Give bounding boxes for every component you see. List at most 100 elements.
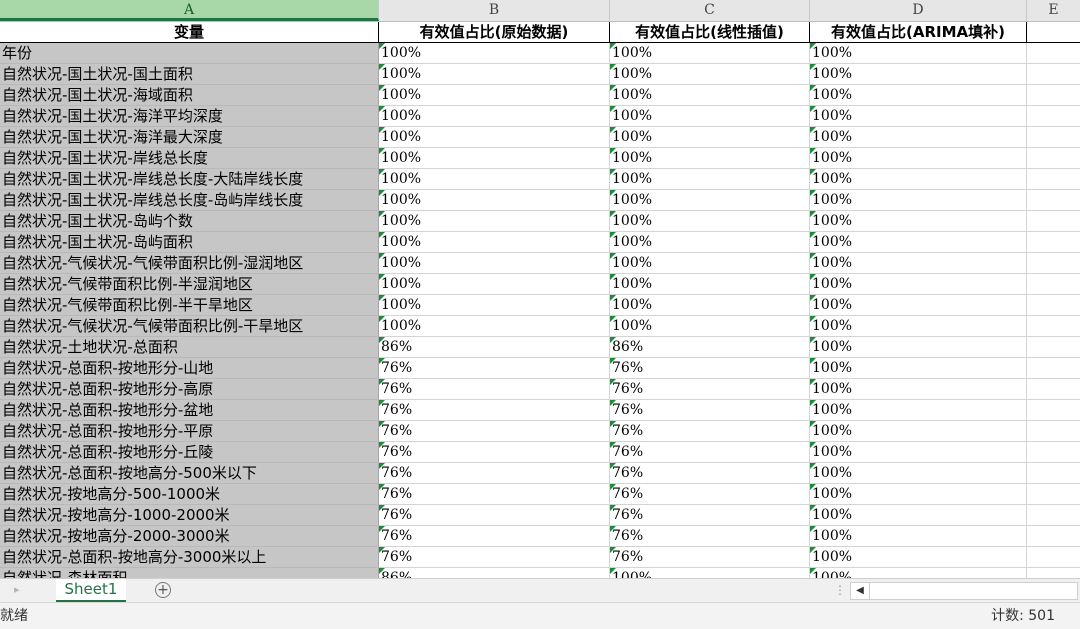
variable-cell[interactable]: 自然状况-气候状况-气候带面积比例-干旱地区	[0, 316, 379, 337]
linear-value-cell[interactable]: 100%	[610, 316, 810, 337]
arima-value-cell[interactable]: 100%	[810, 337, 1027, 358]
variable-cell[interactable]: 自然状况-按地高分-2000-3000米	[0, 526, 379, 547]
empty-cell[interactable]	[1027, 274, 1080, 295]
raw-value-cell[interactable]: 100%	[379, 43, 610, 64]
arima-value-cell[interactable]: 100%	[810, 85, 1027, 106]
raw-value-cell[interactable]: 100%	[379, 253, 610, 274]
variable-cell[interactable]: 自然状况-气候带面积比例-半干旱地区	[0, 295, 379, 316]
variable-cell[interactable]: 自然状况-总面积-按地形分-丘陵	[0, 442, 379, 463]
horizontal-scrollbar[interactable]: ◀	[850, 582, 1078, 600]
variable-cell[interactable]: 自然状况-国土状况-海洋最大深度	[0, 127, 379, 148]
linear-value-cell[interactable]: 76%	[610, 484, 810, 505]
variable-cell[interactable]: 自然状况-国土状况-岛屿面积	[0, 232, 379, 253]
sheet-tab[interactable]: Sheet1	[56, 579, 126, 603]
linear-value-cell[interactable]: 100%	[610, 295, 810, 316]
empty-cell[interactable]	[1027, 64, 1080, 85]
variable-cell[interactable]: 自然状况-国土状况-岛屿个数	[0, 211, 379, 232]
variable-cell[interactable]: 自然状况-按地高分-500-1000米	[0, 484, 379, 505]
arima-value-cell[interactable]: 100%	[810, 232, 1027, 253]
variable-cell[interactable]: 自然状况-国土状况-海域面积	[0, 85, 379, 106]
raw-value-cell[interactable]: 76%	[379, 526, 610, 547]
raw-value-cell[interactable]: 100%	[379, 148, 610, 169]
empty-cell[interactable]	[1027, 106, 1080, 127]
raw-value-cell[interactable]: 76%	[379, 547, 610, 568]
linear-value-cell[interactable]: 100%	[610, 568, 810, 578]
empty-cell[interactable]	[1027, 379, 1080, 400]
column-header-a[interactable]: A	[0, 0, 379, 21]
linear-value-cell[interactable]: 76%	[610, 379, 810, 400]
arima-value-cell[interactable]: 100%	[810, 421, 1027, 442]
linear-value-cell[interactable]: 100%	[610, 190, 810, 211]
arima-value-cell[interactable]: 100%	[810, 379, 1027, 400]
arima-value-cell[interactable]: 100%	[810, 463, 1027, 484]
linear-value-cell[interactable]: 100%	[610, 253, 810, 274]
variable-cell[interactable]: 自然状况-气候带面积比例-半湿润地区	[0, 274, 379, 295]
raw-value-cell[interactable]: 76%	[379, 442, 610, 463]
linear-value-cell[interactable]: 100%	[610, 211, 810, 232]
empty-cell[interactable]	[1027, 505, 1080, 526]
variable-cell[interactable]: 年份	[0, 43, 379, 64]
raw-value-cell[interactable]: 76%	[379, 421, 610, 442]
raw-value-cell[interactable]: 100%	[379, 211, 610, 232]
empty-cell[interactable]	[1027, 547, 1080, 568]
linear-value-cell[interactable]: 76%	[610, 442, 810, 463]
empty-cell[interactable]	[1027, 295, 1080, 316]
raw-value-cell[interactable]: 76%	[379, 463, 610, 484]
arima-value-cell[interactable]: 100%	[810, 400, 1027, 421]
empty-cell[interactable]	[1027, 127, 1080, 148]
column-header-d[interactable]: D	[810, 0, 1027, 21]
variable-cell[interactable]: 自然状况-土地状况-总面积	[0, 337, 379, 358]
column-header-e[interactable]: E	[1027, 0, 1080, 21]
raw-value-cell[interactable]: 86%	[379, 568, 610, 578]
plus-circle-icon[interactable]: +	[155, 582, 171, 598]
empty-cell[interactable]	[1027, 421, 1080, 442]
empty-cell[interactable]	[1027, 232, 1080, 253]
raw-value-cell[interactable]: 100%	[379, 64, 610, 85]
variable-cell[interactable]: 自然状况-按地高分-1000-2000米	[0, 505, 379, 526]
empty-cell[interactable]	[1027, 484, 1080, 505]
linear-value-cell[interactable]: 100%	[610, 85, 810, 106]
variable-cell[interactable]: 自然状况-森林面积	[0, 568, 379, 578]
raw-value-cell[interactable]: 100%	[379, 169, 610, 190]
header-cell-linear[interactable]: 有效值占比(线性插值)	[610, 22, 810, 43]
arima-value-cell[interactable]: 100%	[810, 295, 1027, 316]
arima-value-cell[interactable]: 100%	[810, 253, 1027, 274]
arima-value-cell[interactable]: 100%	[810, 358, 1027, 379]
empty-cell[interactable]	[1027, 358, 1080, 379]
raw-value-cell[interactable]: 86%	[379, 337, 610, 358]
header-cell-variable[interactable]: 变量	[0, 22, 379, 43]
linear-value-cell[interactable]: 100%	[610, 64, 810, 85]
variable-cell[interactable]: 自然状况-国土状况-海洋平均深度	[0, 106, 379, 127]
linear-value-cell[interactable]: 76%	[610, 400, 810, 421]
header-cell-raw[interactable]: 有效值占比(原始数据)	[379, 22, 610, 43]
variable-cell[interactable]: 自然状况-气候状况-气候带面积比例-湿润地区	[0, 253, 379, 274]
variable-cell[interactable]: 自然状况-国土状况-岸线总长度-岛屿岸线长度	[0, 190, 379, 211]
linear-value-cell[interactable]: 86%	[610, 337, 810, 358]
linear-value-cell[interactable]: 76%	[610, 421, 810, 442]
arima-value-cell[interactable]: 100%	[810, 568, 1027, 578]
empty-cell[interactable]	[1027, 400, 1080, 421]
raw-value-cell[interactable]: 100%	[379, 295, 610, 316]
arima-value-cell[interactable]: 100%	[810, 148, 1027, 169]
raw-value-cell[interactable]: 100%	[379, 190, 610, 211]
linear-value-cell[interactable]: 100%	[610, 169, 810, 190]
empty-cell[interactable]	[1027, 85, 1080, 106]
linear-value-cell[interactable]: 100%	[610, 43, 810, 64]
linear-value-cell[interactable]: 100%	[610, 148, 810, 169]
arima-value-cell[interactable]: 100%	[810, 127, 1027, 148]
linear-value-cell[interactable]: 76%	[610, 505, 810, 526]
variable-cell[interactable]: 自然状况-国土状况-岸线总长度	[0, 148, 379, 169]
linear-value-cell[interactable]: 100%	[610, 274, 810, 295]
linear-value-cell[interactable]: 100%	[610, 106, 810, 127]
arima-value-cell[interactable]: 100%	[810, 190, 1027, 211]
raw-value-cell[interactable]: 100%	[379, 274, 610, 295]
empty-cell[interactable]	[1027, 22, 1080, 43]
arima-value-cell[interactable]: 100%	[810, 64, 1027, 85]
raw-value-cell[interactable]: 100%	[379, 127, 610, 148]
arima-value-cell[interactable]: 100%	[810, 169, 1027, 190]
variable-cell[interactable]: 自然状况-总面积-按地形分-山地	[0, 358, 379, 379]
arima-value-cell[interactable]: 100%	[810, 274, 1027, 295]
arima-value-cell[interactable]: 100%	[810, 484, 1027, 505]
column-header-c[interactable]: C	[610, 0, 810, 21]
empty-cell[interactable]	[1027, 526, 1080, 547]
